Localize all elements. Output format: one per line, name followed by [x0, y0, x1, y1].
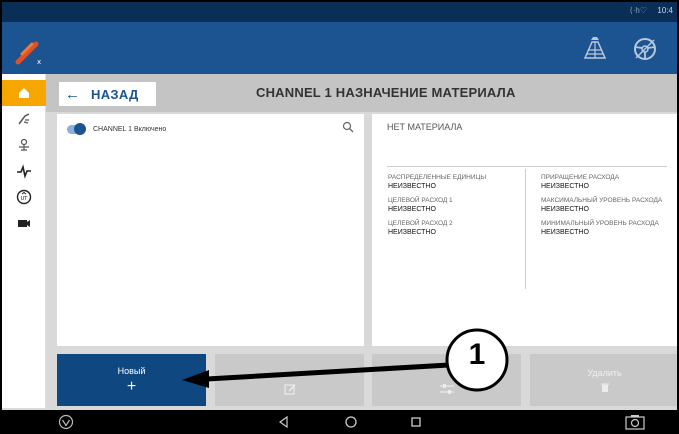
arrow-left-icon: ←: [65, 85, 80, 103]
detail-label: МИНИМАЛЬНЫЙ УРОВЕНЬ РАСХОДА: [541, 220, 659, 227]
back-icon[interactable]: [276, 414, 292, 430]
ut-icon: UT: [16, 189, 32, 205]
channel-toggle-row[interactable]: CHANNEL 1 Включено: [67, 122, 166, 136]
details-column-right: ПРИРАЩЕНИЕ РАСХОДА НЕИЗВЕСТНО МАКСИМАЛЬН…: [541, 174, 671, 243]
divider: [387, 166, 667, 167]
channel-toggle[interactable]: [67, 122, 86, 135]
sidebar-item-home[interactable]: [2, 80, 46, 106]
divider: [525, 169, 526, 289]
clock: 10:4: [657, 6, 673, 15]
home-icon[interactable]: [343, 414, 359, 430]
channel-list-panel: CHANNEL 1 Включено: [57, 114, 364, 346]
detail-label: ЦЕЛЕВОЙ РАСХОД 2: [388, 220, 453, 227]
detail-item: РАСПРЕДЕЛЕННЫЕ ЕДИНИЦЫ НЕИЗВЕСТНО: [388, 174, 520, 191]
detail-item: ЦЕЛЕВОЙ РАСХОД 2 НЕИЗВЕСТНО: [388, 220, 520, 237]
detail-label: ПРИРАЩЕНИЕ РАСХОДА: [541, 174, 620, 181]
detail-item: ЦЕЛЕВОЙ РАСХОД 1 НЕИЗВЕСТНО: [388, 197, 520, 214]
detail-value: НЕИЗВЕСТНО: [541, 206, 589, 213]
app-header: x: [2, 22, 677, 74]
home-icon: [19, 88, 29, 98]
back-button[interactable]: ← НАЗАД: [59, 82, 156, 106]
status-bar: ⟨·h♡ 10:4: [2, 2, 677, 22]
detail-label: ЦЕЛЕВОЙ РАСХОД 1: [388, 197, 453, 204]
detail-label: МАКСИМАЛЬНЫЙ УРОВЕНЬ РАСХОДА: [541, 197, 663, 204]
sidebar-item-sprayer[interactable]: [2, 106, 46, 132]
detail-item: ПРИРАЩЕНИЕ РАСХОДА НЕИЗВЕСТНО: [541, 174, 671, 191]
signal-icon: [17, 164, 31, 179]
sidebar: UT: [2, 74, 46, 408]
channel-toggle-label: CHANNEL 1 Включено: [93, 125, 167, 133]
steering-wheel-icon[interactable]: [630, 34, 660, 64]
sidebar-item-signal[interactable]: [2, 158, 46, 184]
field-icon[interactable]: [580, 34, 610, 64]
edit-icon: [283, 384, 296, 395]
delete-button[interactable]: Удалить: [530, 354, 677, 406]
screenshot-icon[interactable]: [624, 414, 646, 430]
detail-value: НЕИЗВЕСТНО: [541, 183, 589, 190]
page-title: CHANNEL 1 НАЗНАЧЕНИЕ МАТЕРИАЛА: [256, 85, 516, 100]
new-button-label: Новый: [117, 366, 146, 376]
detail-value: НЕИЗВЕСТНО: [541, 229, 589, 236]
material-details-panel: НЕТ МАТЕРИАЛА РАСПРЕДЕЛЕННЫЕ ЕДИНИЦЫ НЕИ…: [372, 114, 677, 346]
sprayer-icon: [18, 113, 30, 125]
sidebar-item-ut[interactable]: UT: [2, 184, 46, 210]
detail-value: НЕИЗВЕСТНО: [388, 183, 436, 190]
details-column-left: РАСПРЕДЕЛЕННЫЕ ЕДИНИЦЫ НЕИЗВЕСТНО ЦЕЛЕВО…: [388, 174, 520, 243]
detail-label: РАСПРЕДЕЛЕННЫЕ ЕДИНИЦЫ: [388, 174, 487, 181]
title-bar: ← НАЗАД CHANNEL 1 НАЗНАЧЕНИЕ МАТЕРИАЛА: [46, 74, 677, 112]
trash-icon: [600, 383, 609, 392]
detail-item: МИНИМАЛЬНЫЙ УРОВЕНЬ РАСХОДА НЕИЗВЕСТНО: [541, 220, 671, 237]
callout-marker: 1: [442, 325, 512, 395]
navigation-bar: [2, 410, 677, 432]
seeder-icon: [19, 138, 29, 151]
recents-icon[interactable]: [408, 414, 424, 430]
detail-item: МАКСИМАЛЬНЫЙ УРОВЕНЬ РАСХОДА НЕИЗВЕСТНО: [541, 197, 671, 214]
no-material-text: НЕТ МАТЕРИАЛА: [387, 122, 463, 132]
search-icon[interactable]: [342, 121, 354, 133]
screen: ⟨·h♡ 10:4 x UT ← НАЗАД CHANNEL 1 НАЗНАЧЕ…: [0, 0, 679, 434]
signal-icon: ⟨·h♡: [629, 6, 647, 15]
svg-text:UT: UT: [21, 196, 29, 202]
new-button[interactable]: Новый +: [57, 354, 206, 406]
menu-icon[interactable]: [58, 414, 74, 430]
back-button-label: НАЗАД: [91, 86, 139, 102]
camera-icon: [18, 220, 30, 227]
delete-button-label: Удалить: [587, 367, 622, 378]
detail-value: НЕИЗВЕСТНО: [388, 229, 436, 236]
detail-value: НЕИЗВЕСТНО: [388, 206, 436, 213]
sidebar-item-camera[interactable]: [2, 210, 46, 236]
svg-text:x: x: [37, 58, 41, 66]
plus-icon: +: [126, 378, 137, 395]
edit-button[interactable]: [215, 354, 364, 406]
sidebar-item-seeder[interactable]: [2, 132, 46, 158]
logo-icon: x: [15, 41, 41, 66]
callout-number: 1: [468, 338, 486, 371]
